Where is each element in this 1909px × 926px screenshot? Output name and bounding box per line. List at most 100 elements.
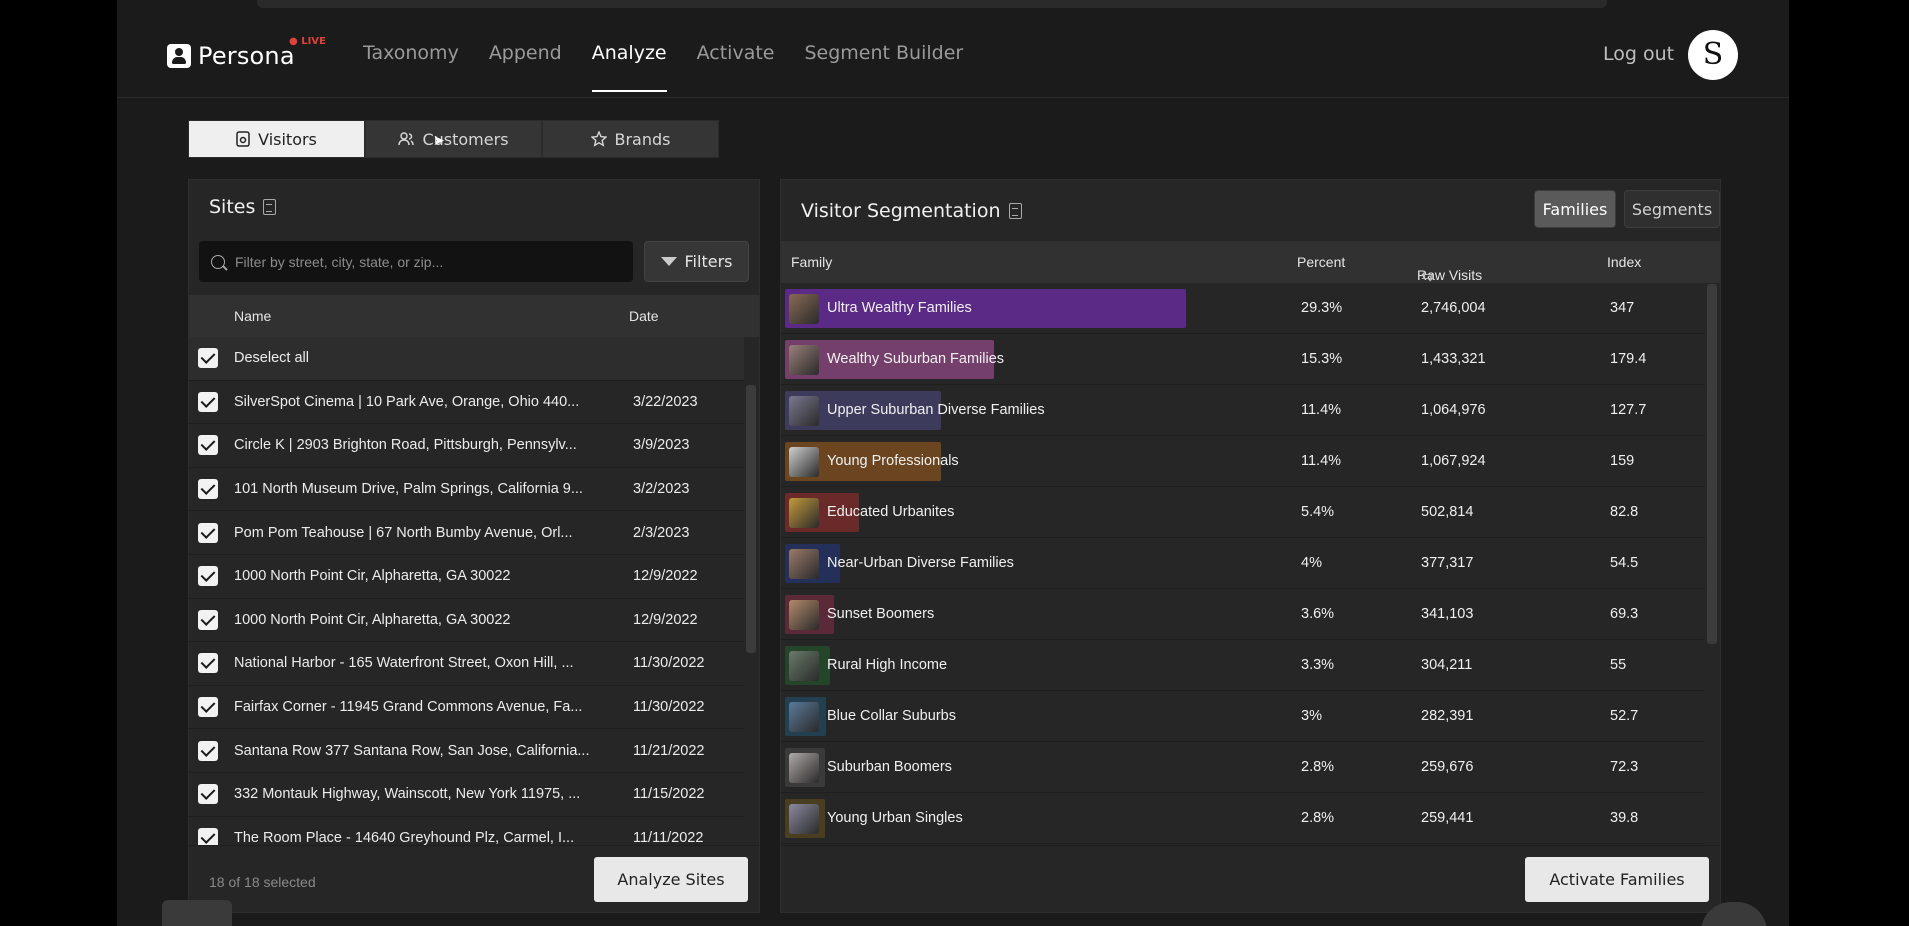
col-family-header[interactable]: Family (791, 254, 832, 270)
audience-tabs: Visitors Customers Brands (188, 120, 719, 158)
col-name-header[interactable]: Name (234, 308, 271, 324)
site-checkbox[interactable] (198, 479, 218, 500)
mouse-cursor-icon: ➤ (433, 133, 445, 149)
site-checkbox[interactable] (198, 609, 218, 630)
nav-link-segment-builder[interactable]: Segment Builder (804, 42, 963, 92)
site-row[interactable]: 332 Montauk Highway, Wainscott, New York… (189, 773, 744, 817)
family-index: 69.3 (1610, 606, 1639, 622)
site-date: 12/9/2022 (633, 568, 698, 585)
site-checkbox[interactable] (198, 784, 218, 805)
family-name: Young Professionals (827, 453, 959, 469)
deselect-all-row[interactable]: Deselect all (189, 337, 744, 381)
nav-link-taxonomy[interactable]: Taxonomy (363, 42, 459, 92)
family-thumbnail-icon (789, 804, 819, 834)
family-name: Sunset Boomers (827, 606, 935, 622)
family-percent: 15.3% (1301, 351, 1343, 367)
family-index: 179.4 (1610, 351, 1647, 367)
live-badge: ● LIVE (289, 36, 326, 47)
site-name: 332 Montauk Highway, Wainscott, New York… (234, 786, 581, 803)
site-checkbox[interactable] (198, 740, 218, 761)
filters-button[interactable]: Filters (644, 241, 749, 282)
family-row[interactable]: Young Urban Singles 2.8% 259,441 39.8 (781, 793, 1705, 844)
site-row[interactable]: The Room Place - 14640 Greyhound Plz, Ca… (189, 817, 744, 845)
family-thumbnail-icon (789, 651, 819, 681)
family-name: Educated Urbanites (827, 504, 955, 520)
chat-widget-left[interactable] (162, 900, 232, 926)
site-row[interactable]: Circle K | 2903 Brighton Road, Pittsburg… (189, 424, 744, 468)
site-name: Circle K | 2903 Brighton Road, Pittsburg… (234, 437, 577, 454)
segmentation-footer: Activate Families (781, 845, 1720, 913)
family-index: 39.8 (1610, 810, 1639, 826)
document-icon[interactable] (263, 199, 277, 215)
sites-table-header: Name Date (189, 295, 759, 337)
family-thumbnail-icon (789, 345, 819, 375)
segmentation-scrollbar[interactable] (1707, 284, 1717, 644)
family-row[interactable]: Blue Collar Suburbs 3% 282,391 52.7 (781, 691, 1705, 742)
site-date: 11/15/2022 (633, 786, 705, 803)
nav-link-append[interactable]: Append (489, 42, 562, 92)
family-index: 347 (1610, 300, 1635, 316)
family-index: 159 (1610, 453, 1635, 469)
col-date-header[interactable]: Date (629, 308, 659, 324)
site-checkbox[interactable] (198, 391, 218, 412)
sites-panel: Sites Filters Name Date Deselect all Sil… (188, 179, 760, 913)
tab-label: Brands (614, 129, 671, 149)
tab-brands[interactable]: Brands (542, 120, 719, 158)
family-index: 82.8 (1610, 504, 1639, 520)
document-icon[interactable] (1008, 203, 1022, 219)
site-row[interactable]: Pom Pom Teahouse | 67 North Bumby Avenue… (189, 511, 744, 555)
tab-visitors[interactable]: Visitors (188, 120, 365, 158)
family-row[interactable]: Suburban Boomers 2.8% 259,676 72.3 (781, 742, 1705, 793)
sites-scrollbar[interactable] (746, 385, 756, 653)
site-checkbox[interactable] (198, 566, 218, 587)
family-row[interactable]: Young Professionals 11.4% 1,067,924 159 (781, 436, 1705, 487)
deselect-all-checkbox[interactable] (198, 348, 218, 369)
family-index: 54.5 (1610, 555, 1639, 571)
analyze-sites-button[interactable]: Analyze Sites (594, 857, 748, 902)
family-row[interactable]: Upper Suburban Diverse Families 11.4% 1,06… (781, 385, 1705, 436)
family-row[interactable]: Sunset Boomers 3.6% 341,103 69.3 (781, 589, 1705, 640)
visitors-icon (236, 131, 250, 147)
family-thumbnail-icon (789, 447, 819, 477)
site-search[interactable] (199, 241, 633, 282)
family-name: Rural High Income (827, 657, 948, 673)
family-percent: 29.3% (1301, 300, 1343, 316)
avatar[interactable]: S (1688, 30, 1738, 80)
tab-customers[interactable]: Customers (365, 120, 542, 158)
search-input[interactable] (235, 253, 615, 270)
logout-link[interactable]: Log out (1603, 43, 1674, 65)
filters-label: Filters (684, 252, 733, 271)
site-row[interactable]: SilverSpot Cinema | 10 Park Ave, Orange,… (189, 381, 744, 425)
family-row[interactable]: Rural High Income 3.3% 304,211 55 (781, 640, 1705, 691)
family-percent: 2.8% (1301, 810, 1335, 826)
site-row[interactable]: Fairfax Corner - 11945 Grand Commons Ave… (189, 686, 744, 730)
families-toggle[interactable]: Families (1534, 190, 1616, 228)
activate-families-button[interactable]: Activate Families (1525, 857, 1709, 902)
family-thumbnail-icon (789, 600, 819, 630)
family-row[interactable]: Ultra Wealthy Families 29.3% 2,746,004 347 (781, 283, 1705, 334)
sites-title: Sites (209, 196, 277, 218)
brand-logo[interactable]: Persona ● LIVE (167, 36, 326, 70)
site-checkbox[interactable] (198, 435, 218, 456)
site-checkbox[interactable] (198, 827, 218, 845)
nav-link-activate[interactable]: Activate (697, 42, 775, 92)
col-index-header[interactable]: Index (1607, 254, 1641, 270)
site-checkbox[interactable] (198, 697, 218, 718)
site-checkbox[interactable] (198, 653, 218, 674)
family-raw-visits: 1,433,321 (1421, 351, 1486, 367)
site-row[interactable]: National Harbor - 165 Waterfront Street,… (189, 642, 744, 686)
site-checkbox[interactable] (198, 522, 218, 543)
family-row[interactable]: Wealthy Suburban Families 15.3% 1,433,321 1… (781, 334, 1705, 385)
col-percent-header[interactable]: Percent (1297, 254, 1345, 270)
sites-title-text: Sites (209, 196, 256, 218)
site-row[interactable]: 101 North Museum Drive, Palm Springs, Ca… (189, 468, 744, 512)
site-row[interactable]: 1000 North Point Cir, Alpharetta, GA 300… (189, 555, 744, 599)
family-row[interactable]: Educated Urbanites 5.4% 502,814 82.8 (781, 487, 1705, 538)
site-row[interactable]: 1000 North Point Cir, Alpharetta, GA 300… (189, 599, 744, 643)
segmentation-title: Visitor Segmentation (801, 200, 1022, 222)
segments-toggle[interactable]: Segments (1624, 190, 1720, 228)
family-percent: 3% (1301, 708, 1322, 724)
family-row[interactable]: Near-Urban Diverse Families 4% 377,317 54.5 (781, 538, 1705, 589)
site-row[interactable]: Santana Row 377 Santana Row, San Jose, C… (189, 729, 744, 773)
nav-link-analyze[interactable]: Analyze (591, 42, 667, 92)
